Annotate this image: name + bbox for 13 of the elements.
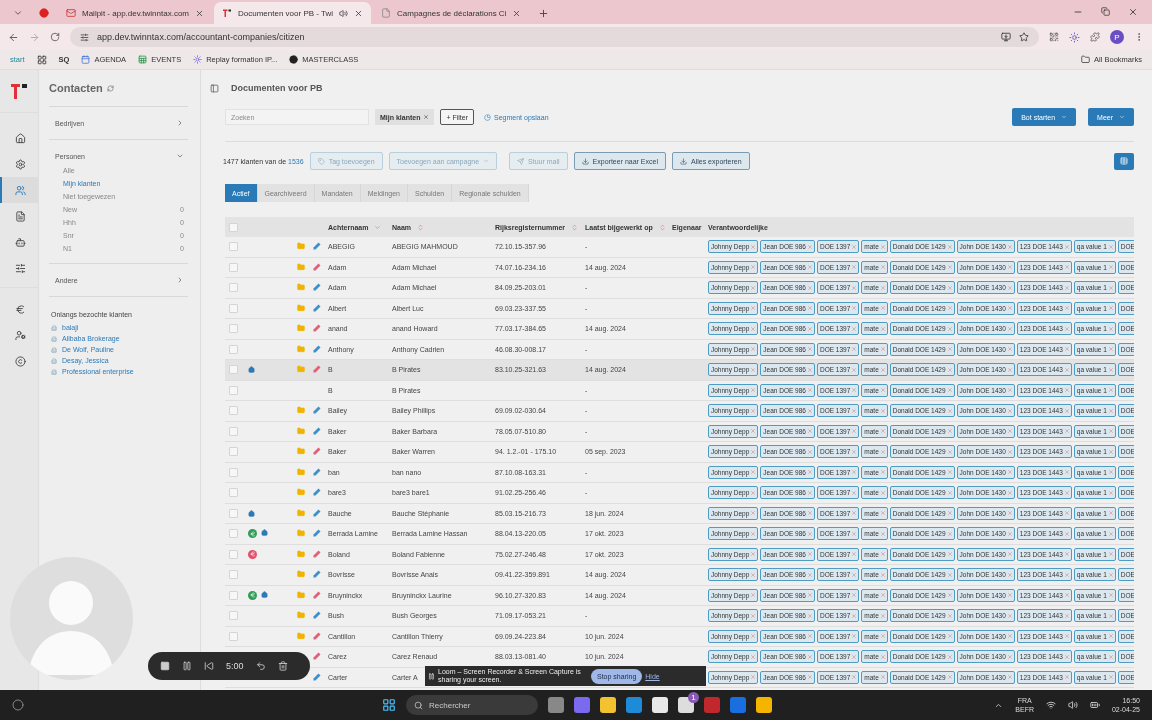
address-field[interactable]: app.dev.twinntax.com/accountant-companies/citizen [70,27,1039,47]
tab-title: Documenten voor PB - Twi [238,8,334,18]
taskbar-search[interactable]: Rechercher [406,695,538,715]
page-title: Documenten voor PB [231,83,323,93]
profile-avatar[interactable]: P [1110,30,1124,44]
tab-title: Campagnes de déclarations Ci [397,8,507,18]
tab-title: Mailpit - app.dev.twinntax.com [82,8,189,18]
notification-badge: 1 [688,692,699,703]
sidebar-title: Contacten [49,82,103,94]
browser-tab[interactable]: Mailpit - app.dev.twinntax.com [58,2,212,24]
recording-timer: 5:00 [226,661,244,671]
browser-tab[interactable]: Campagnes de déclarations Ci [373,2,530,24]
browser-tab[interactable]: Documenten voor PB - Twi [214,2,372,24]
